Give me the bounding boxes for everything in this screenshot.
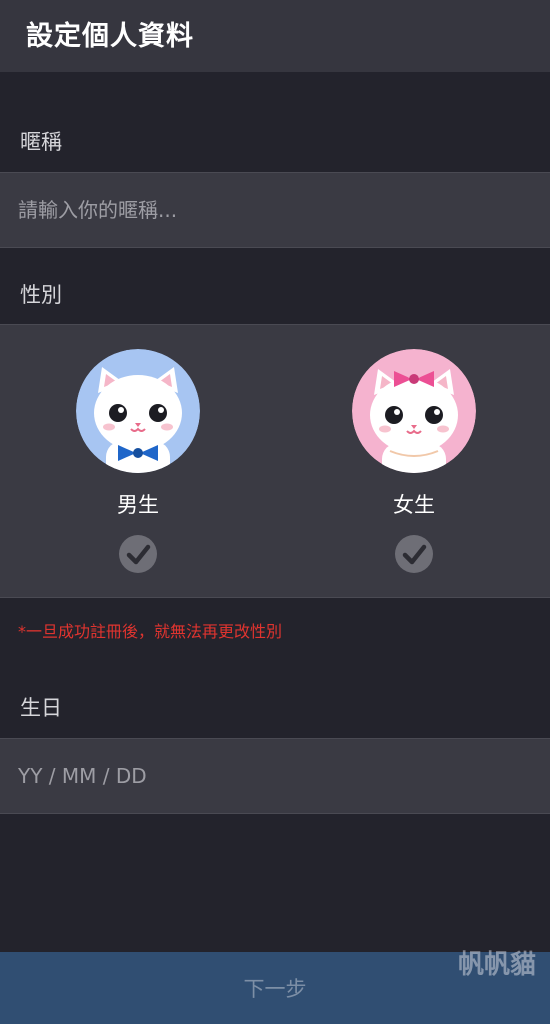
page-title: 設定個人資料: [26, 21, 194, 52]
gender-option-female[interactable]: 女生: [334, 349, 494, 579]
gender-label: 性別: [20, 283, 62, 307]
nickname-label: 暱稱: [20, 130, 62, 154]
female-cat-avatar[interactable]: [352, 349, 476, 473]
male-check-icon[interactable]: [119, 535, 157, 573]
watermark-text: 帆帆貓: [457, 950, 536, 980]
male-cat-avatar[interactable]: [76, 349, 200, 473]
birthday-field: [0, 738, 550, 814]
gender-selector: 男生 女生: [0, 324, 550, 598]
nickname-input[interactable]: [0, 173, 550, 247]
female-check-icon[interactable]: [395, 535, 433, 573]
nickname-field: [0, 172, 550, 248]
male-label[interactable]: 男生: [58, 489, 218, 519]
app-header: 設定個人資料: [0, 0, 550, 72]
gender-option-male[interactable]: 男生: [58, 349, 218, 579]
gender-warning-text: *一旦成功註冊後，就無法再更改性別: [18, 622, 283, 641]
birthday-label: 生日: [20, 696, 62, 720]
birthday-input[interactable]: [0, 739, 550, 813]
female-label[interactable]: 女生: [334, 489, 494, 519]
